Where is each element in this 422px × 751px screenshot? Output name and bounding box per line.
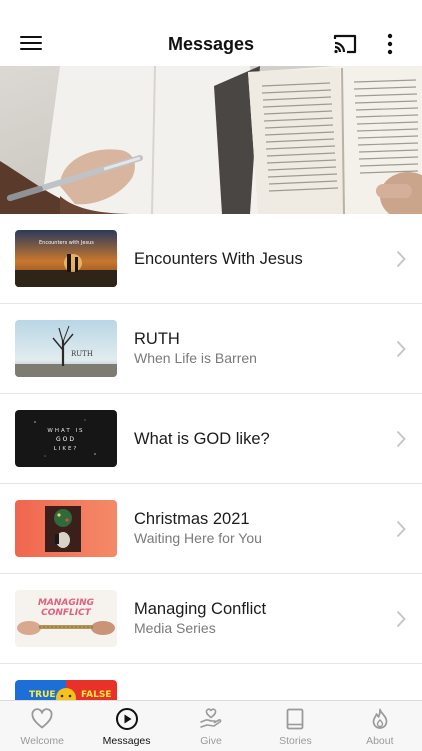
tab-label: Give — [200, 735, 222, 747]
chevron-right-icon — [396, 520, 406, 538]
navigation-bar: Messages — [0, 22, 422, 66]
series-title: Encounters With Jesus — [134, 249, 303, 268]
tab-about[interactable]: About — [338, 701, 422, 751]
hero-banner-image — [0, 66, 422, 214]
series-thumbnail — [15, 500, 117, 557]
page-title: Messages — [167, 34, 255, 54]
thumbnail-text: GOD — [56, 436, 76, 443]
list-item[interactable]: MANAGING CONFLICT Managing Conflict Medi… — [0, 574, 422, 664]
book-icon — [287, 708, 304, 730]
play-circle-icon — [115, 708, 138, 730]
series-title: What is GOD like? — [134, 429, 270, 448]
chevron-right-icon — [396, 610, 406, 628]
list-item[interactable]: RUTH RUTH When Life is Barren — [0, 304, 422, 394]
series-subtitle: Waiting Here for You — [134, 530, 262, 546]
list-item[interactable]: WHAT IS GOD LIKE? What is GOD like? — [0, 394, 422, 484]
give-hand-icon — [200, 708, 222, 728]
series-thumbnail: TRUE FALSE — [15, 680, 117, 700]
tab-label: Stories — [279, 735, 312, 747]
bottom-tab-bar: Welcome Messages Give Stories About — [0, 700, 422, 751]
tab-label: Messages — [102, 735, 151, 747]
list-item[interactable]: Encounters with Jesus Encounters With Je… — [0, 214, 422, 304]
series-title: Managing Conflict — [134, 600, 267, 618]
thumbnail-text: FALSE — [81, 690, 111, 700]
thumbnail-text: MANAGING — [38, 598, 94, 608]
thumbnail-text: RUTH — [71, 350, 93, 358]
message-series-list: Encounters with Jesus Encounters With Je… — [0, 214, 422, 700]
series-thumbnail: WHAT IS GOD LIKE? — [15, 410, 117, 467]
tab-welcome[interactable]: Welcome — [0, 701, 84, 751]
series-title: RUTH — [134, 330, 180, 348]
series-title: Christmas 2021 — [134, 510, 250, 528]
thumbnail-text: WHAT IS — [47, 428, 84, 434]
list-item[interactable]: Christmas 2021 Waiting Here for You — [0, 484, 422, 574]
flame-icon — [372, 708, 388, 729]
series-subtitle: Media Series — [134, 620, 216, 636]
series-thumbnail: RUTH — [15, 320, 117, 377]
tab-stories[interactable]: Stories — [253, 701, 337, 751]
thumbnail-text: CONFLICT — [41, 608, 92, 618]
tab-give[interactable]: Give — [169, 701, 253, 751]
status-bar — [0, 0, 422, 22]
more-options-icon[interactable] — [380, 31, 400, 57]
heart-icon — [31, 708, 53, 729]
thumbnail-text: TRUE — [29, 690, 56, 700]
cast-icon[interactable] — [332, 31, 358, 57]
chevron-right-icon — [396, 250, 406, 268]
list-item[interactable]: TRUE FALSE — [0, 664, 422, 700]
series-subtitle: When Life is Barren — [134, 350, 257, 366]
tab-label: Welcome — [20, 735, 64, 747]
thumbnail-text: LIKE? — [54, 446, 79, 452]
series-thumbnail: MANAGING CONFLICT — [15, 590, 117, 647]
series-thumbnail: Encounters with Jesus — [15, 230, 117, 287]
chevron-right-icon — [396, 340, 406, 358]
chevron-right-icon — [396, 430, 406, 448]
tab-label: About — [366, 735, 394, 747]
tab-messages[interactable]: Messages — [84, 701, 168, 751]
thumbnail-text: Encounters with Jesus — [39, 240, 94, 246]
